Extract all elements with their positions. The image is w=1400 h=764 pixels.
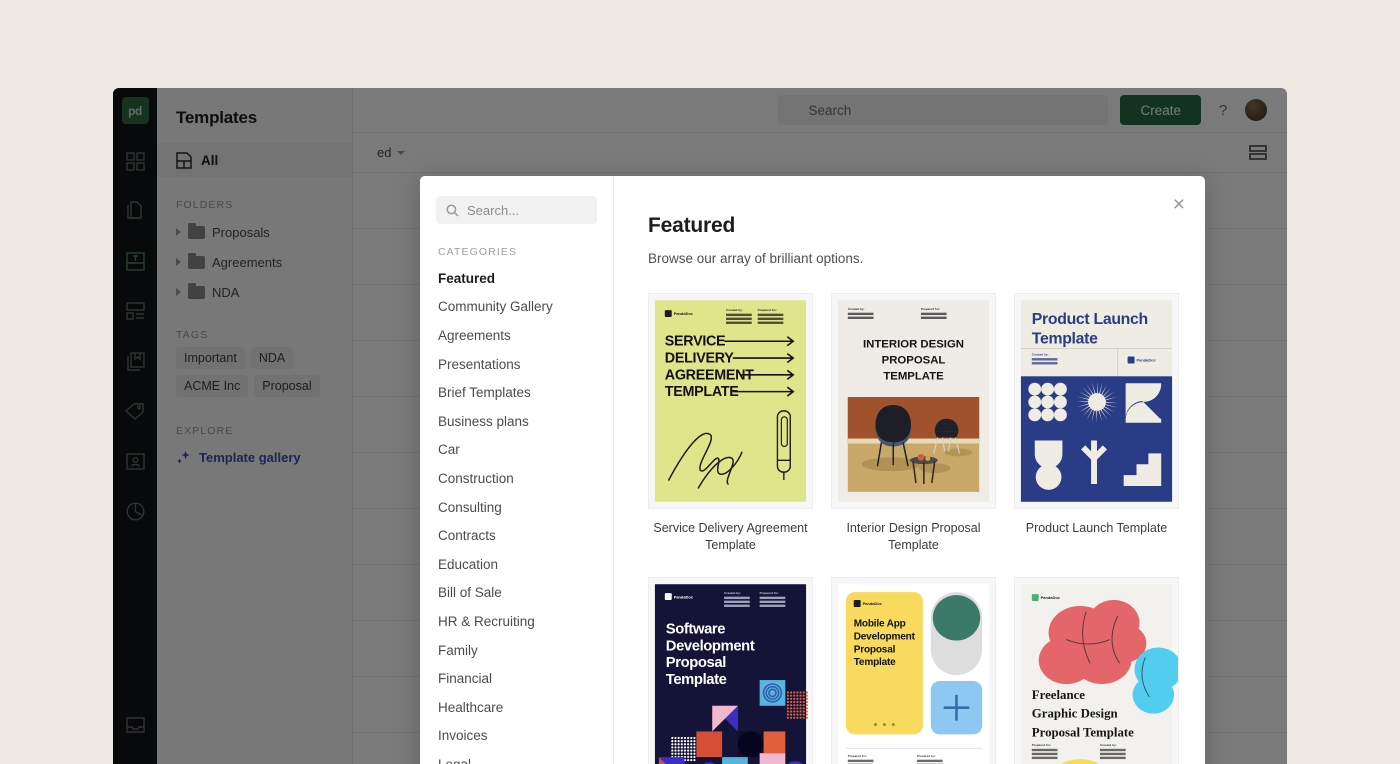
category-item-brief-templates[interactable]: Brief Templates xyxy=(420,378,613,407)
svg-text:Freelance: Freelance xyxy=(1032,688,1085,702)
svg-text:Prepared for:: Prepared for: xyxy=(760,591,779,595)
gallery-panel: × Featured Browse our array of brilliant… xyxy=(614,176,1205,764)
category-sidebar: Search... CATEGORIES Featured Community G… xyxy=(420,176,614,764)
template-thumbnail[interactable]: PandaDoc Created by: Prepared for: SERVICE D… xyxy=(648,293,813,509)
template-thumbnail[interactable]: Product Launch Template Created by: PandaDo… xyxy=(1014,293,1179,509)
svg-text:Created by:: Created by: xyxy=(848,307,865,311)
modal-search-placeholder: Search... xyxy=(467,202,520,218)
template-card-software-development[interactable]: PandaDoc Created by: Prepared for: Software… xyxy=(648,577,813,764)
template-card-caption: Service Delivery Agreement Template xyxy=(653,521,808,552)
category-item-invoices[interactable]: Invoices xyxy=(420,722,613,751)
close-icon[interactable]: × xyxy=(1173,194,1185,215)
template-card-caption: Product Launch Template xyxy=(1025,521,1168,535)
svg-text:INTERIOR DESIGN: INTERIOR DESIGN xyxy=(863,339,964,351)
svg-text:PROPOSAL: PROPOSAL xyxy=(882,354,946,366)
category-item-financial[interactable]: Financial xyxy=(420,664,613,693)
template-thumbnail[interactable]: Created by: Prepared for: INTERIOR DESIGN P… xyxy=(831,293,996,509)
svg-text:AGREEMENT: AGREEMENT xyxy=(665,367,754,383)
category-item-legal[interactable]: Legal xyxy=(420,750,613,764)
category-item-hr-recruiting[interactable]: HR & Recruiting xyxy=(420,607,613,636)
svg-text:Prepared by:: Prepared by: xyxy=(917,754,936,758)
svg-text:Development: Development xyxy=(854,632,916,643)
svg-text:Created by:: Created by: xyxy=(724,591,741,595)
template-card-service-delivery[interactable]: PandaDoc Created by: Prepared for: SERVICE D… xyxy=(648,293,813,553)
category-item-agreements[interactable]: Agreements xyxy=(420,321,613,350)
svg-text:Mobile App: Mobile App xyxy=(854,619,906,630)
category-item-consulting[interactable]: Consulting xyxy=(420,493,613,522)
category-item-featured[interactable]: Featured xyxy=(420,264,613,293)
template-card-mobile-app[interactable]: PandaDoc Mobile App Development Proposal Tem… xyxy=(831,577,996,764)
svg-text:PandaDoc: PandaDoc xyxy=(674,594,694,599)
svg-text:Created by:: Created by: xyxy=(726,308,743,312)
gallery-subtitle: Browse our array of brilliant options. xyxy=(648,251,864,266)
search-icon xyxy=(446,203,459,217)
svg-text:Created by:: Created by: xyxy=(1032,353,1049,357)
svg-text:Template: Template xyxy=(854,657,896,668)
category-item-community-gallery[interactable]: Community Gallery xyxy=(420,293,613,322)
svg-text:TEMPLATE: TEMPLATE xyxy=(883,370,944,382)
category-item-education[interactable]: Education xyxy=(420,550,613,579)
category-item-construction[interactable]: Construction xyxy=(420,464,613,493)
gallery-title: Featured xyxy=(648,214,736,237)
template-card-product-launch[interactable]: Product Launch Template Created by: PandaDo… xyxy=(1014,293,1179,553)
svg-text:Template: Template xyxy=(666,672,727,688)
svg-text:PandaDoc: PandaDoc xyxy=(1137,358,1157,363)
app-window: pd xyxy=(113,88,1287,764)
template-card-interior-design[interactable]: Created by: Prepared for: INTERIOR DESIGN P… xyxy=(831,293,996,553)
categories-heading: CATEGORIES xyxy=(438,246,518,258)
svg-text:Proposal Template: Proposal Template xyxy=(1032,725,1134,739)
svg-text:Prepared for:: Prepared for: xyxy=(758,308,777,312)
svg-text:TEMPLATE: TEMPLATE xyxy=(665,384,739,400)
svg-text:PandaDoc: PandaDoc xyxy=(674,311,694,316)
category-item-contracts[interactable]: Contracts xyxy=(420,521,613,550)
svg-text:Product Launch: Product Launch xyxy=(1032,311,1148,328)
svg-text:SERVICE: SERVICE xyxy=(665,334,726,350)
svg-text:DELIVERY: DELIVERY xyxy=(665,350,734,366)
template-thumbnail[interactable]: PandaDoc Created by: Prepared for: Software… xyxy=(648,577,813,764)
svg-text:Created by:: Created by: xyxy=(1100,743,1117,747)
category-item-family[interactable]: Family xyxy=(420,636,613,665)
svg-text:Prepared for:: Prepared for: xyxy=(921,307,940,311)
svg-text:Proposal: Proposal xyxy=(666,655,726,671)
svg-text:Prepared for:: Prepared for: xyxy=(848,754,867,758)
svg-text:Proposal: Proposal xyxy=(854,644,896,655)
template-card-caption: Interior Design Proposal Template xyxy=(846,521,981,552)
svg-text:PandaDoc: PandaDoc xyxy=(1041,595,1061,600)
svg-text:Template: Template xyxy=(1032,331,1098,348)
svg-text:PandaDoc: PandaDoc xyxy=(863,601,883,606)
template-gallery-modal: Search... CATEGORIES Featured Community G… xyxy=(420,176,1205,764)
modal-search-input[interactable]: Search... xyxy=(436,196,597,224)
category-item-car[interactable]: Car xyxy=(420,436,613,465)
category-item-business-plans[interactable]: Business plans xyxy=(420,407,613,436)
svg-text:Software: Software xyxy=(666,622,725,638)
template-thumbnail[interactable]: PandaDoc Freelance Graphic Design Proposal … xyxy=(1014,577,1179,764)
category-item-bill-of-sale[interactable]: Bill of Sale xyxy=(420,579,613,608)
category-list: Featured Community Gallery Agreements Prese… xyxy=(420,264,613,764)
svg-text:Graphic Design: Graphic Design xyxy=(1032,707,1118,721)
svg-text:Development: Development xyxy=(666,638,755,654)
template-grid: PandaDoc Created by: Prepared for: SERVICE D… xyxy=(648,293,1179,764)
template-thumbnail[interactable]: PandaDoc Mobile App Development Proposal Tem… xyxy=(831,577,996,764)
template-card-freelance-graphic[interactable]: PandaDoc Freelance Graphic Design Proposal … xyxy=(1014,577,1179,764)
svg-text:Prepared for:: Prepared for: xyxy=(1032,743,1051,747)
category-item-presentations[interactable]: Presentations xyxy=(420,350,613,379)
category-item-healthcare[interactable]: Healthcare xyxy=(420,693,613,722)
